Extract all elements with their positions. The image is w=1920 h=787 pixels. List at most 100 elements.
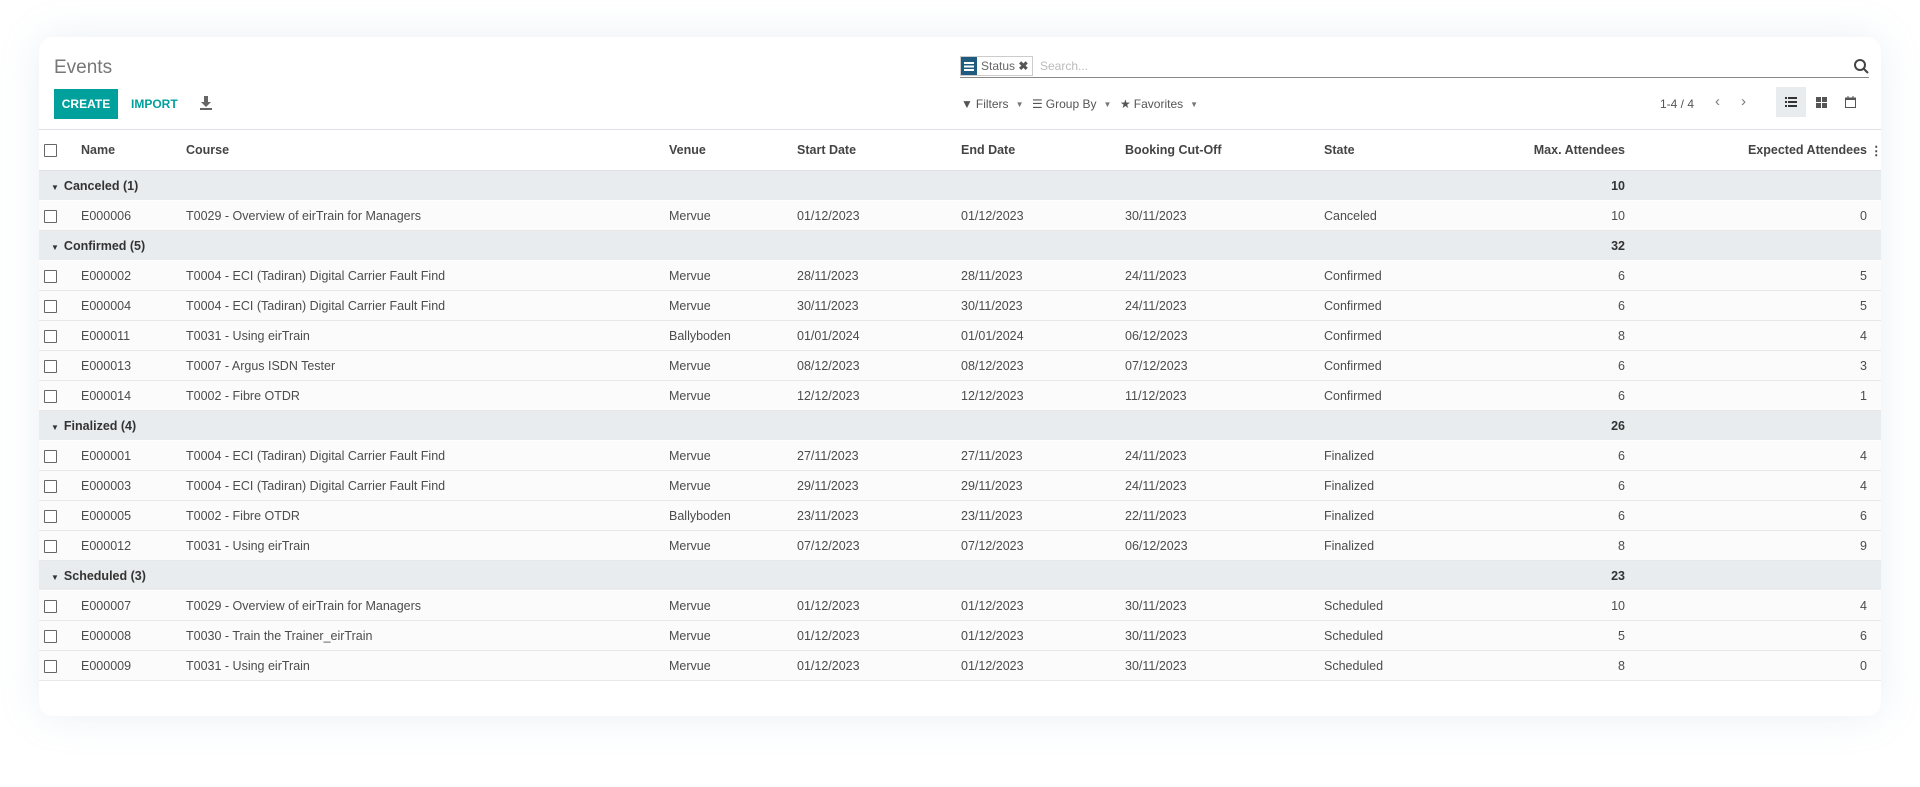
cell-max-attendees: 10: [1611, 598, 1625, 613]
remove-facet-icon[interactable]: ✖: [1018, 59, 1028, 73]
caret-down-icon: ▼: [51, 572, 59, 582]
cell-booking-cutoff: 11/12/2023: [1125, 388, 1187, 403]
pager-next-icon[interactable]: ›: [1741, 93, 1746, 110]
caret-down-icon: ▼: [51, 182, 59, 192]
cell-state: Finalized: [1324, 448, 1375, 463]
group-row[interactable]: ▼ Finalized (4) 26: [39, 410, 1881, 441]
column-name[interactable]: Name: [75, 130, 180, 171]
group-row[interactable]: ▼ Confirmed (5) 32: [39, 230, 1881, 261]
pager-previous-icon[interactable]: ‹: [1715, 93, 1720, 110]
row-checkbox[interactable]: [44, 509, 57, 523]
create-button[interactable]: CREATE: [54, 89, 118, 119]
group-row[interactable]: ▼ Scheduled (3) 23: [39, 560, 1881, 591]
cell-end-date: 28/11/2023: [961, 268, 1023, 283]
cell-expected-attendees: 0: [1860, 208, 1867, 223]
favorites-dropdown[interactable]: ★ Favorites ▼: [1120, 97, 1198, 111]
table-row[interactable]: E000005 T0002 - Fibre OTDR Ballyboden 23/11…: [39, 500, 1881, 531]
column-booking-cutoff[interactable]: Booking Cut-Off: [1119, 130, 1318, 171]
select-all-checkbox[interactable]: [44, 144, 57, 158]
import-button[interactable]: IMPORT: [131, 89, 178, 119]
cell-start-date: 01/12/2023: [797, 208, 860, 223]
calendar-view-button[interactable]: [1835, 87, 1865, 117]
table-row[interactable]: E000007 T0029 - Overview of eirTrain for …: [39, 590, 1881, 621]
cell-end-date: 30/11/2023: [961, 298, 1023, 313]
column-state[interactable]: State: [1318, 130, 1440, 171]
cell-venue: Mervue: [669, 538, 711, 553]
cell-max-attendees: 6: [1618, 268, 1625, 283]
calendar-view-icon: [1844, 96, 1856, 108]
row-checkbox[interactable]: [44, 479, 57, 493]
row-checkbox[interactable]: [44, 539, 57, 553]
cell-venue: Mervue: [669, 478, 711, 493]
filters-dropdown[interactable]: ▼ Filters ▼: [961, 97, 1023, 111]
table-row[interactable]: E000002 T0004 - ECI (Tadiran) Digital Car…: [39, 260, 1881, 291]
column-expected-attendees-label: Expected Attendees: [1747, 143, 1867, 157]
cell-expected-attendees: 1: [1860, 388, 1867, 403]
table-row[interactable]: E000009 T0031 - Using eirTrain Mervue 01/12…: [39, 650, 1881, 681]
row-checkbox[interactable]: [44, 299, 57, 313]
table-row[interactable]: E000001 T0004 - ECI (Tadiran) Digital Car…: [39, 440, 1881, 471]
list-view-button[interactable]: [1776, 87, 1806, 117]
group-by-dropdown[interactable]: ☰ Group By ▼: [1032, 97, 1111, 111]
cell-booking-cutoff: 06/12/2023: [1125, 328, 1188, 343]
table-row[interactable]: E000004 T0004 - ECI (Tadiran) Digital Car…: [39, 290, 1881, 321]
column-start-date[interactable]: Start Date: [791, 130, 955, 171]
search-bar[interactable]: Status ✖ Search...: [960, 56, 1869, 78]
table-row[interactable]: E000014 T0002 - Fibre OTDR Mervue 12/12/202…: [39, 380, 1881, 411]
column-expected-attendees[interactable]: Expected Attendees ⋮: [1631, 130, 1881, 171]
group-max-total: 23: [1611, 568, 1625, 583]
table-row[interactable]: E000012 T0031 - Using eirTrain Mervue 07/12…: [39, 530, 1881, 561]
row-checkbox[interactable]: [44, 599, 57, 613]
events-list-panel: Events CREATE IMPORT Status ✖ Search... …: [39, 37, 1881, 716]
cell-expected-attendees: 0: [1860, 658, 1867, 673]
column-max-attendees[interactable]: Max. Attendees: [1440, 130, 1631, 171]
cell-name: E000002: [81, 268, 132, 283]
table-row[interactable]: E000013 T0007 - Argus ISDN Tester Mervue 08…: [39, 350, 1881, 381]
column-end-date[interactable]: End Date: [955, 130, 1119, 171]
cell-venue: Mervue: [669, 358, 711, 373]
kanban-view-button[interactable]: [1806, 87, 1836, 117]
column-options-icon[interactable]: ⋮: [1870, 143, 1881, 158]
search-input[interactable]: Search...: [1040, 59, 1088, 73]
row-checkbox[interactable]: [44, 629, 57, 643]
column-venue[interactable]: Venue: [663, 130, 791, 171]
cell-start-date: 28/11/2023: [797, 268, 859, 283]
kanban-view-icon: [1815, 96, 1827, 108]
row-checkbox[interactable]: [44, 329, 57, 343]
cell-course: T0007 - Argus ISDN Tester: [186, 358, 336, 373]
cell-name: E000003: [81, 478, 132, 493]
row-checkbox[interactable]: [44, 359, 57, 373]
cell-start-date: 01/12/2023: [797, 628, 860, 643]
caret-down-icon: ▼: [51, 422, 59, 432]
row-checkbox[interactable]: [44, 449, 57, 463]
cell-end-date: 27/11/2023: [961, 448, 1023, 463]
cell-name: E000012: [81, 538, 132, 553]
cell-venue: Mervue: [669, 658, 711, 673]
table-row[interactable]: E000006 T0029 - Overview of eirTrain for …: [39, 200, 1881, 231]
table-row[interactable]: E000003 T0004 - ECI (Tadiran) Digital Car…: [39, 470, 1881, 501]
row-checkbox[interactable]: [44, 209, 57, 223]
cell-start-date: 12/12/2023: [797, 388, 860, 403]
cell-end-date: 01/12/2023: [961, 628, 1024, 643]
cell-max-attendees: 10: [1611, 208, 1625, 223]
facet-label: Status: [981, 59, 1016, 73]
star-icon: ★: [1120, 97, 1131, 111]
row-checkbox[interactable]: [44, 269, 57, 283]
table-row[interactable]: E000011 T0031 - Using eirTrain Ballyboden 0…: [39, 320, 1881, 351]
cell-booking-cutoff: 30/11/2023: [1125, 208, 1187, 223]
cell-end-date: 01/12/2023: [961, 208, 1024, 223]
list-icon: ☰: [1032, 97, 1043, 111]
row-checkbox[interactable]: [44, 659, 57, 673]
cell-course: T0004 - ECI (Tadiran) Digital Carrier Fa…: [186, 298, 446, 313]
search-icon[interactable]: [1853, 58, 1869, 74]
row-checkbox[interactable]: [44, 389, 57, 403]
cell-name: E000014: [81, 388, 132, 403]
pager-value[interactable]: 1-4 / 4: [1660, 97, 1694, 111]
cell-start-date: 07/12/2023: [797, 538, 860, 553]
download-icon[interactable]: [199, 95, 213, 111]
column-course[interactable]: Course: [180, 130, 663, 171]
group-row[interactable]: ▼ Canceled (1) 10: [39, 170, 1881, 201]
table-row[interactable]: E000008 T0030 - Train the Trainer_eirTrai…: [39, 620, 1881, 651]
cell-max-attendees: 6: [1618, 298, 1625, 313]
cell-booking-cutoff: 24/11/2023: [1125, 478, 1187, 493]
